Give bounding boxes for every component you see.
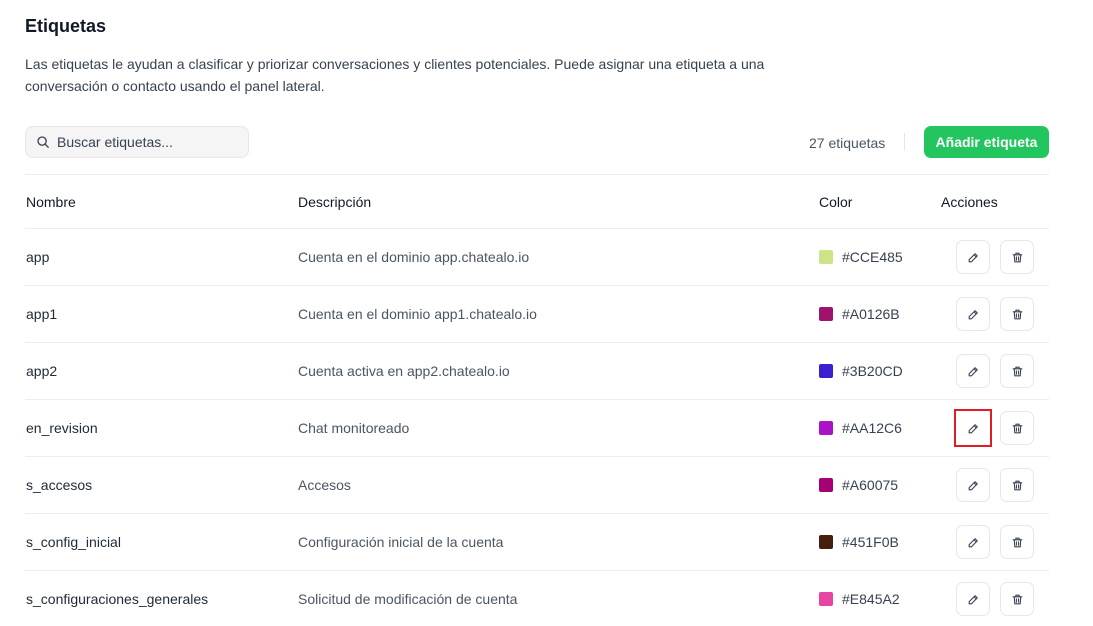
label-description: Chat monitoreado (298, 420, 410, 436)
header-description: Descripción (298, 193, 372, 210)
table-row: app2 Cuenta activa en app2.chatealo.io #… (25, 343, 1049, 400)
color-swatch (819, 250, 833, 264)
color-swatch (819, 307, 833, 321)
label-color: #3B20CD (819, 343, 903, 399)
label-color: #A0126B (819, 286, 900, 342)
edit-label-button[interactable] (956, 297, 990, 331)
delete-label-button[interactable] (1000, 297, 1034, 331)
search-box[interactable] (25, 126, 249, 158)
label-name: app2 (26, 363, 58, 379)
delete-label-button[interactable] (1000, 468, 1034, 502)
trash-icon (1012, 366, 1022, 376)
color-hex: #451F0B (842, 534, 899, 550)
edit-label-button[interactable] (956, 354, 990, 388)
label-color: #AA12C6 (819, 400, 902, 456)
delete-label-button[interactable] (1000, 411, 1034, 445)
color-swatch (819, 478, 833, 492)
color-swatch (819, 592, 833, 606)
edit-label-button[interactable] (956, 468, 990, 502)
edit-label-button[interactable] (956, 525, 990, 559)
delete-label-button[interactable] (1000, 582, 1034, 616)
trash-icon (1012, 537, 1022, 547)
labels-settings-page: Etiquetas Las etiquetas le ayudan a clas… (0, 0, 1093, 626)
label-color: #CCE485 (819, 229, 903, 285)
search-input[interactable] (57, 134, 237, 150)
label-color: #451F0B (819, 514, 899, 570)
add-label-button[interactable]: Añadir etiqueta (924, 126, 1049, 158)
table-body: app Cuenta en el dominio app.chatealo.io… (25, 229, 1049, 626)
edit-label-button[interactable] (956, 240, 990, 274)
color-hex: #3B20CD (842, 363, 903, 379)
color-hex: #CCE485 (842, 249, 903, 265)
label-name: app1 (26, 306, 58, 322)
label-name: s_config_inicial (26, 534, 121, 550)
pencil-icon (968, 480, 978, 490)
pencil-icon (968, 594, 978, 604)
label-description: Configuración inicial de la cuenta (298, 534, 504, 550)
labels-table: Nombre Descripción Color Acciones app Cu… (25, 174, 1049, 626)
color-hex: #AA12C6 (842, 420, 902, 436)
page-description: Las etiquetas le ayudan a clasificar y p… (25, 56, 765, 94)
color-hex: #A60075 (842, 477, 899, 493)
edit-label-button[interactable] (954, 409, 992, 447)
table-row: s_config_inicial Configuración inicial d… (25, 514, 1049, 571)
table-row: app1 Cuenta en el dominio app1.chatealo.… (25, 286, 1049, 343)
label-description: Cuenta activa en app2.chatealo.io (298, 363, 510, 379)
toolbar-divider (904, 133, 905, 151)
trash-icon (1012, 309, 1022, 319)
header-name: Nombre (26, 193, 76, 210)
trash-icon (1012, 480, 1022, 490)
pencil-icon (968, 252, 978, 262)
table-row: s_accesos Accesos #A60075 (25, 457, 1049, 514)
label-name: en_revision (26, 420, 98, 436)
label-description: Solicitud de modificación de cuenta (298, 591, 518, 607)
color-swatch (819, 535, 833, 549)
search-icon (37, 136, 49, 148)
table-header-row: Nombre Descripción Color Acciones (25, 175, 1049, 229)
label-description: Cuenta en el dominio app1.chatealo.io (298, 306, 537, 322)
label-name: app (26, 249, 50, 265)
pencil-icon (968, 366, 978, 376)
label-description: Accesos (298, 477, 351, 493)
edit-label-button[interactable] (956, 582, 990, 616)
header-color: Color (819, 193, 853, 210)
label-name: s_accesos (26, 477, 93, 493)
table-row: s_configuraciones_generales Solicitud de… (25, 571, 1049, 626)
table-row: en_revision Chat monitoreado #AA12C6 (25, 400, 1049, 457)
label-color: #E845A2 (819, 571, 900, 626)
color-swatch (819, 421, 833, 435)
color-hex: #A0126B (842, 306, 900, 322)
delete-label-button[interactable] (1000, 240, 1034, 274)
pencil-icon (968, 537, 978, 547)
label-name: s_configuraciones_generales (26, 591, 209, 607)
label-description: Cuenta en el dominio app.chatealo.io (298, 249, 530, 265)
color-swatch (819, 364, 833, 378)
labels-count: 27 etiquetas (809, 135, 886, 151)
trash-icon (1012, 423, 1022, 433)
delete-label-button[interactable] (1000, 525, 1034, 559)
pencil-icon (968, 309, 978, 319)
trash-icon (1012, 252, 1022, 262)
trash-icon (1012, 594, 1022, 604)
page-title: Etiquetas (25, 16, 107, 36)
label-color: #A60075 (819, 457, 898, 513)
color-hex: #E845A2 (842, 591, 900, 607)
header-actions: Acciones (941, 193, 998, 210)
pencil-icon (968, 423, 978, 433)
delete-label-button[interactable] (1000, 354, 1034, 388)
table-row: app Cuenta en el dominio app.chatealo.io… (25, 229, 1049, 286)
